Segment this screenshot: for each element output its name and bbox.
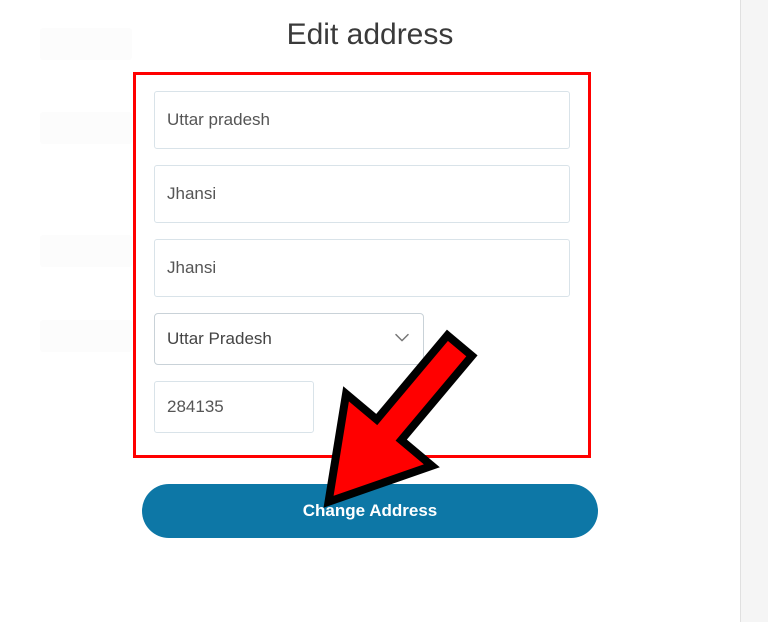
address-field-3[interactable] — [154, 239, 570, 297]
pincode-field[interactable] — [154, 381, 314, 433]
page-title: Edit address — [0, 0, 740, 72]
address-field-2[interactable] — [154, 165, 570, 223]
state-select[interactable]: Uttar Pradesh — [154, 313, 424, 365]
change-address-button[interactable]: Change Address — [142, 484, 598, 538]
chevron-down-icon — [395, 334, 409, 343]
form-highlight-frame: Uttar Pradesh — [133, 72, 591, 458]
state-select-value: Uttar Pradesh — [167, 329, 272, 349]
address-field-1[interactable] — [154, 91, 570, 149]
